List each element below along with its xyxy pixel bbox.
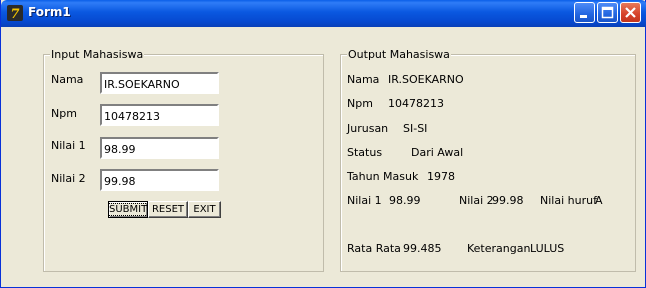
- nama-input[interactable]: [100, 72, 219, 94]
- close-button[interactable]: [620, 2, 641, 23]
- nilai2-input[interactable]: [100, 169, 219, 191]
- out-keterangan-label: Keterangan: [467, 242, 531, 255]
- out-nilai2-value: 99.98: [492, 194, 524, 207]
- svg-text:7: 7: [10, 7, 19, 22]
- out-nilai1-value: 98.99: [389, 194, 421, 207]
- submit-label: SUBMIT: [107, 202, 149, 216]
- form1-window: 7 Form1 Input Mahasiswa Nama Npm Nilai 1…: [0, 0, 646, 288]
- nilai1-label: Nilai 1: [51, 139, 86, 152]
- out-rata-rata-value: 99.485: [403, 242, 442, 255]
- delphi-app-icon[interactable]: 7: [6, 4, 24, 22]
- out-tahun-masuk-label: Tahun Masuk: [347, 170, 419, 183]
- nama-label: Nama: [51, 73, 84, 86]
- out-nilai1-label: Nilai 1: [347, 194, 382, 207]
- out-npm-value: 10478213: [388, 97, 444, 110]
- minimize-icon: [580, 15, 587, 18]
- out-status-label: Status: [347, 146, 383, 159]
- maximize-icon: [601, 6, 614, 19]
- npm-input[interactable]: [100, 104, 219, 126]
- out-jurusan-value: SI-SI: [403, 122, 428, 135]
- out-npm-label: Npm: [347, 97, 373, 110]
- nilai2-label: Nilai 2: [51, 172, 86, 185]
- nilai1-input[interactable]: [100, 137, 219, 159]
- input-group-legend: Input Mahasiswa: [50, 48, 145, 61]
- output-group-legend: Output Mahasiswa: [347, 48, 451, 61]
- window-title: Form1: [28, 5, 71, 19]
- npm-label: Npm: [51, 107, 77, 120]
- out-rata-rata-label: Rata Rata: [347, 242, 401, 255]
- out-keterangan-value: LULUS: [530, 242, 565, 255]
- minimize-button[interactable]: [574, 2, 595, 23]
- reset-button[interactable]: RESET: [148, 201, 188, 218]
- out-nilai2-label: Nilai 2: [459, 194, 494, 207]
- title-bar[interactable]: 7 Form1: [1, 0, 646, 27]
- close-icon: [625, 7, 636, 18]
- out-nilai-huruf-value: A: [595, 194, 603, 207]
- form-client-area: Input Mahasiswa Nama Npm Nilai 1 Nilai 2…: [5, 27, 642, 284]
- out-nilai-huruf-label: Nilai huruf: [540, 194, 597, 207]
- out-nama-label: Nama: [347, 73, 380, 86]
- out-status-value: Dari Awal: [411, 146, 464, 159]
- output-mahasiswa-groupbox: Output Mahasiswa: [340, 48, 636, 272]
- out-jurusan-label: Jurusan: [347, 122, 389, 135]
- out-nama-value: IR.SOEKARNO: [388, 73, 464, 86]
- exit-button[interactable]: EXIT: [188, 201, 221, 218]
- out-tahun-masuk-value: 1978: [427, 170, 455, 183]
- submit-button[interactable]: SUBMIT: [107, 201, 149, 218]
- maximize-button[interactable]: [597, 2, 618, 23]
